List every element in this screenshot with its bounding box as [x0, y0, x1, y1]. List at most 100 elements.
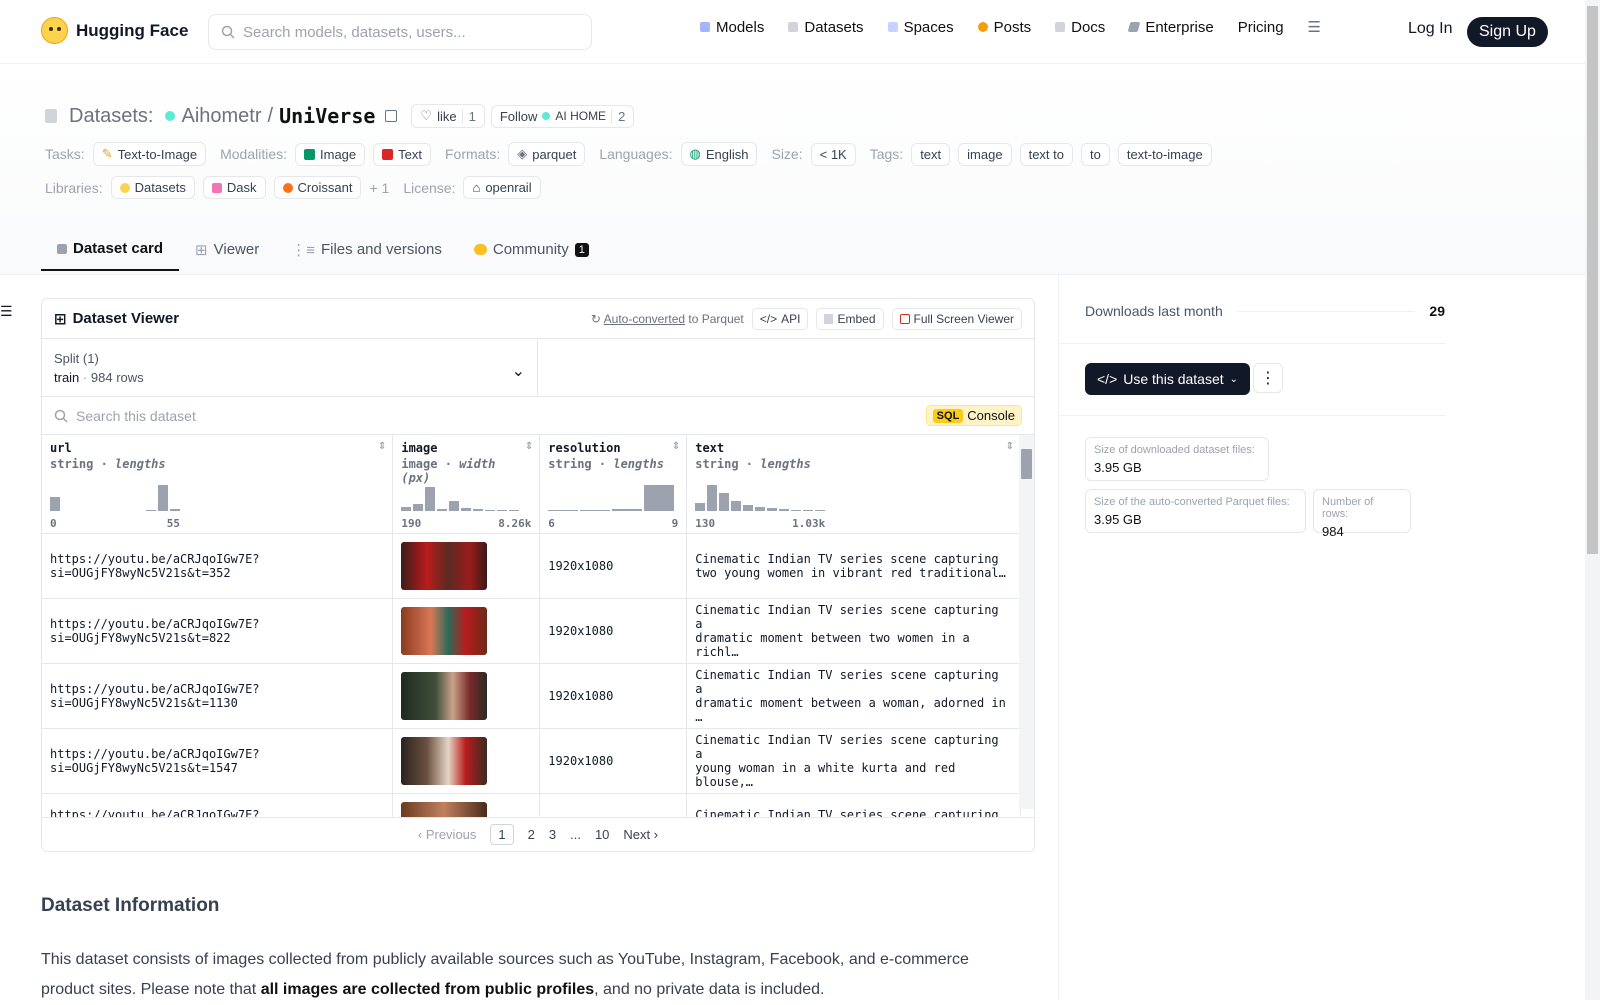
- signup-button[interactable]: Sign Up: [1467, 17, 1548, 47]
- nav-models[interactable]: Models: [700, 19, 764, 36]
- page-10-button[interactable]: 10: [595, 827, 609, 842]
- page-2-button[interactable]: 2: [528, 827, 535, 842]
- more-libraries[interactable]: + 1: [369, 180, 389, 196]
- nav-enterprise[interactable]: Enterprise: [1127, 19, 1214, 36]
- tag-modality-text[interactable]: Text: [373, 142, 431, 166]
- table-scrollbar[interactable]: [1019, 435, 1034, 809]
- nav-posts[interactable]: Posts: [977, 19, 1031, 36]
- copy-icon[interactable]: [385, 110, 398, 122]
- use-dataset-button[interactable]: </> Use this dataset ⌄: [1085, 363, 1251, 395]
- next-page-button[interactable]: Next ›: [623, 827, 658, 842]
- cell-image: [392, 533, 541, 599]
- histogram: [695, 485, 826, 511]
- org-avatar-icon: [165, 111, 176, 121]
- api-button[interactable]: </> API: [751, 307, 809, 330]
- sort-icon[interactable]: ⇕: [525, 441, 533, 452]
- column-stat: lengths: [760, 457, 811, 471]
- toc-toggle-icon[interactable]: ☰: [0, 303, 13, 320]
- table-row[interactable]: https://youtu.be/aCRJqoIGw7E? si=OUGjFY8w…: [42, 728, 1021, 794]
- nav-datasets[interactable]: Datasets: [788, 19, 864, 36]
- text-line-1: Cinematic Indian TV series scene capturi…: [695, 602, 999, 631]
- tag-item[interactable]: text to: [1019, 142, 1073, 166]
- column-header-url[interactable]: url string · lengths ⇕ 0 55: [42, 435, 394, 534]
- column-stat: lengths: [115, 457, 166, 471]
- hf-datasets-icon: [119, 182, 130, 193]
- org-avatar-icon: [542, 112, 551, 120]
- embed-button[interactable]: Embed: [816, 307, 884, 330]
- image-thumbnail[interactable]: [401, 671, 488, 720]
- brand-name: Hugging Face: [76, 20, 189, 40]
- table-row[interactable]: https://youtu.be/aCRJqoIGw7E? si=OUGjFY8w…: [42, 533, 1021, 599]
- modalities-label: Modalities:: [220, 146, 287, 162]
- download-size-value: 3.95 GB: [1094, 460, 1142, 475]
- croissant-icon: [282, 182, 293, 193]
- sort-icon[interactable]: ⇕: [1006, 441, 1014, 452]
- image-thumbnail[interactable]: [401, 541, 488, 590]
- nav-docs[interactable]: Docs: [1055, 19, 1105, 36]
- viewer-search[interactable]: Search this dataset SQL Console: [42, 397, 1034, 435]
- histogram-range: 0 55: [50, 517, 180, 530]
- column-type-name: string: [50, 457, 94, 471]
- tab-viewer[interactable]: ⊞ Viewer: [179, 230, 275, 271]
- chevron-down-icon: ⌄: [1229, 373, 1239, 385]
- tag-library-croissant[interactable]: Croissant: [273, 176, 362, 199]
- image-thumbnail[interactable]: [401, 606, 488, 655]
- text-line-1: Cinematic Indian TV series scene capturi…: [695, 732, 999, 761]
- tag-library-datasets[interactable]: Datasets: [110, 176, 195, 199]
- tab-community[interactable]: Community 1: [458, 230, 605, 271]
- tag-item[interactable]: to: [1081, 142, 1110, 166]
- files-icon: ⋮≡: [291, 241, 315, 259]
- more-menu-icon[interactable]: ☰: [1308, 18, 1321, 36]
- repo-name[interactable]: UniVerse: [279, 104, 375, 128]
- column-header-resolution[interactable]: resolution string · lengths ⇕ 69: [539, 435, 688, 534]
- follow-button[interactable]: Follow AI HOME 2: [490, 104, 635, 128]
- page-3-button[interactable]: 3: [549, 827, 556, 842]
- column-name: text: [695, 441, 725, 455]
- tag-item[interactable]: text-to-image: [1117, 142, 1212, 166]
- column-header-image[interactable]: image image · width (px) ⇕ 190 8.26k: [392, 435, 541, 534]
- tag-library-dask[interactable]: Dask: [202, 176, 266, 199]
- repo-owner[interactable]: Aihometr: [181, 105, 261, 128]
- fullscreen-button[interactable]: Full Screen Viewer: [891, 307, 1022, 330]
- login-link[interactable]: Log In: [1408, 20, 1452, 38]
- tag-size[interactable]: < 1K: [810, 142, 856, 166]
- community-badge: 1: [574, 242, 589, 257]
- like-label: like: [437, 108, 457, 124]
- sort-icon[interactable]: ⇕: [378, 441, 386, 452]
- sql-console-button[interactable]: SQL Console: [925, 405, 1022, 426]
- page-scrollbar[interactable]: [1585, 0, 1600, 1000]
- embed-label: Embed: [837, 311, 876, 326]
- tag-item[interactable]: image: [958, 142, 1012, 166]
- column-header-text[interactable]: text string · lengths ⇕ 130 1.03k: [686, 435, 1021, 534]
- column-type: string · lengths: [548, 457, 664, 471]
- tab-files[interactable]: ⋮≡ Files and versions: [275, 230, 458, 271]
- tag-item[interactable]: text: [911, 142, 951, 166]
- fullscreen-icon: [899, 313, 910, 324]
- download-size-card: Size of downloaded dataset files: 3.95 GB: [1085, 437, 1269, 481]
- scrollbar-thumb[interactable]: [1021, 449, 1032, 479]
- tag-language[interactable]: ◍ English: [680, 142, 758, 166]
- sort-icon[interactable]: ⇕: [672, 441, 680, 452]
- table-row[interactable]: https://youtu.be/aCRJqoIGw7E? si=OUGjFY8w…: [42, 663, 1021, 729]
- nav-spaces[interactable]: Spaces: [887, 19, 954, 36]
- brand-logo[interactable]: Hugging Face: [41, 17, 188, 44]
- split-selector[interactable]: Split (1) train · 984 rows ⌄: [42, 339, 538, 396]
- table-row[interactable]: https://youtu.be/aCRJqoIGw7E? si=OUGjFY8w…: [42, 598, 1021, 664]
- page-1-button[interactable]: 1: [490, 824, 514, 845]
- tag-task[interactable]: ✎ Text-to-Image: [92, 142, 207, 166]
- tag-format[interactable]: ◈ parquet: [508, 142, 586, 166]
- search-input[interactable]: Search models, datasets, users...: [208, 14, 592, 50]
- image-thumbnail[interactable]: [401, 736, 488, 785]
- like-button[interactable]: ♡ like 1: [411, 104, 485, 128]
- auto-converted-link[interactable]: Auto-converted: [604, 312, 685, 326]
- prev-page-button[interactable]: ‹ Previous: [418, 827, 477, 842]
- column-stat: lengths: [613, 457, 664, 471]
- tab-dataset-card[interactable]: Dataset card: [41, 230, 180, 271]
- auto-converted-info[interactable]: ↻ Auto-converted to Parquet: [591, 312, 744, 326]
- tag-modality-image[interactable]: Image: [295, 142, 366, 166]
- more-options-icon[interactable]: ⋮: [1253, 363, 1283, 393]
- page-scrollbar-thumb[interactable]: [1587, 6, 1598, 554]
- nav-pricing[interactable]: Pricing: [1238, 19, 1284, 36]
- column-type: string · lengths: [50, 457, 166, 471]
- tag-license[interactable]: ⌂ openrail: [463, 176, 541, 199]
